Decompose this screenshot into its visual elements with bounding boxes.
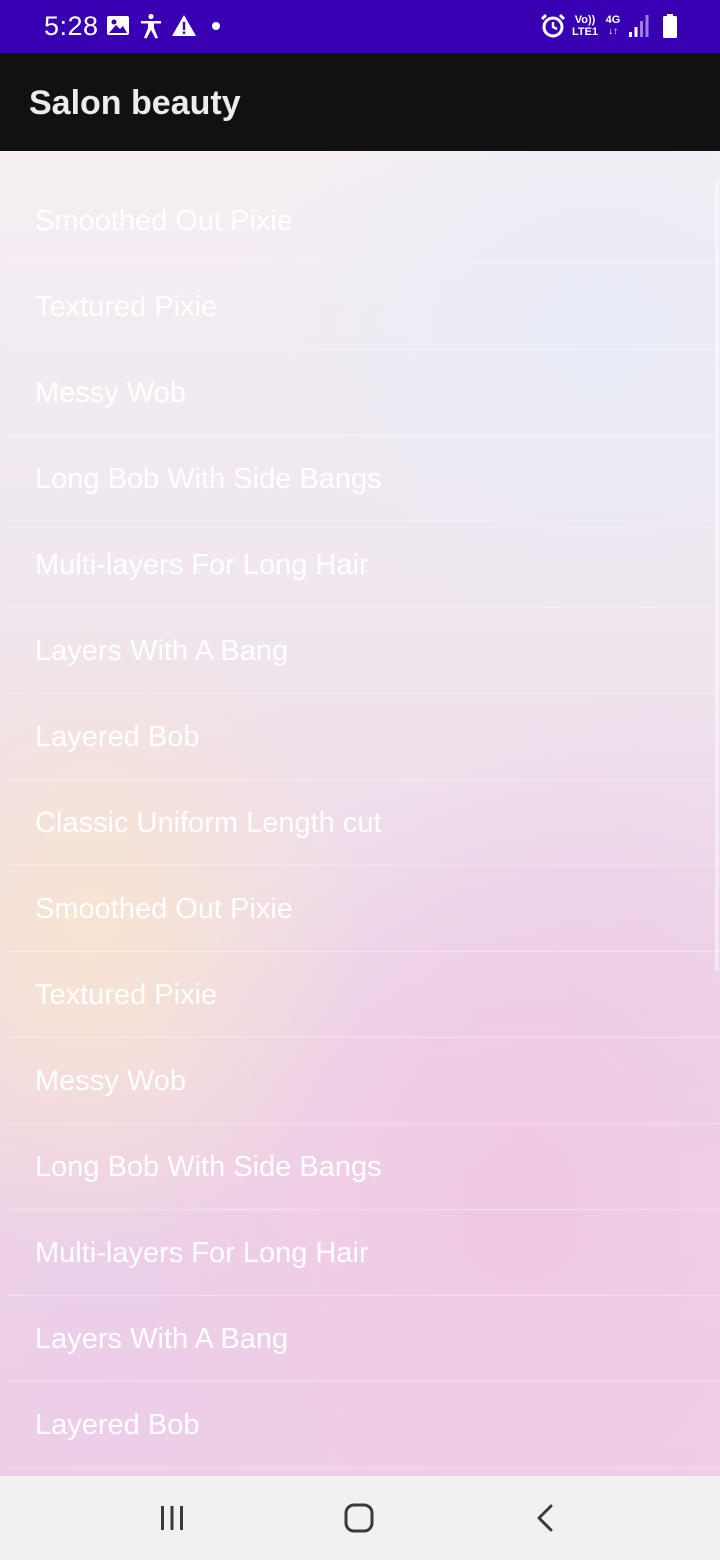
scrollbar[interactable] [715,181,719,971]
hairstyle-list-container[interactable]: Smoothed Out Pixie Textured Pixie Messy … [0,151,720,1476]
list-item[interactable]: Textured Pixie [0,264,720,350]
list-item[interactable]: Classic Uniform Length cut [0,780,720,866]
accessibility-icon [141,13,161,39]
list-item[interactable]: Multi-layers For Long Hair [0,1210,720,1296]
list-item[interactable]: Messy Wob [0,350,720,436]
list-item-label: Long Bob With Side Bangs [35,463,382,495]
phone-screen: 5:28 Vo)) LTE1 4G ↓↑ Salon beauty Smooth… [0,0,720,1560]
list-item[interactable]: Messy Wob [0,1038,720,1124]
list-item[interactable]: Textured Pixie [0,952,720,1038]
list-item-label: Smoothed Out Pixie [35,205,293,237]
network-type-label: 4G [605,14,621,26]
list-item-label: Classic Uniform Length cut [35,807,382,839]
list-item-label: Smoothed Out Pixie [35,893,293,925]
network-type: 4G ↓↑ [604,14,622,37]
list-item-label: Multi-layers For Long Hair [35,1237,369,1269]
back-button[interactable] [516,1494,576,1542]
list-item[interactable]: Layers With A Bang [0,608,720,694]
list-item-label: Multi-layers For Long Hair [35,549,369,581]
status-bar: 5:28 Vo)) LTE1 4G ↓↑ [0,0,720,53]
back-icon [537,1504,553,1532]
list-item[interactable]: Long Bob With Side Bangs [0,436,720,522]
list-item[interactable]: Long Bob With Side Bangs [0,1124,720,1210]
app-title: Salon beauty [29,84,241,122]
signal-icon [629,15,649,37]
list-item[interactable]: Layers With A Bang [0,1296,720,1382]
app-bar: Salon beauty [0,53,720,151]
network-label-top: Vo)) [574,14,596,26]
list-item[interactable]: Multi-layers For Long Hair [0,522,720,608]
list-item-label: Layered Bob [35,721,200,753]
hairstyle-list: Smoothed Out Pixie Textured Pixie Messy … [0,178,720,1468]
list-item-label: Textured Pixie [35,291,218,323]
network-label-bottom: LTE1 [571,26,599,38]
list-item-label: Layered Bob [35,1409,200,1441]
network-label: Vo)) LTE1 [570,14,600,38]
list-item-label: Layers With A Bang [35,635,289,667]
status-time: 5:28 [44,11,99,41]
list-item-label: Messy Wob [35,377,186,409]
battery-icon [663,14,677,38]
list-item-label: Messy Wob [35,1065,186,1097]
warning-icon [172,15,196,36]
divider [8,1467,720,1468]
image-icon [107,16,129,35]
data-arrows-icon: ↓↑ [608,26,618,37]
dot-icon [212,22,220,30]
list-item-label: Textured Pixie [35,979,218,1011]
list-item[interactable]: Smoothed Out Pixie [0,866,720,952]
recents-icon [161,1506,183,1530]
home-button[interactable] [329,1494,389,1542]
home-icon [344,1503,374,1533]
navigation-bar [0,1476,720,1560]
list-item-label: Long Bob With Side Bangs [35,1151,382,1183]
list-item-label: Layers With A Bang [35,1323,289,1355]
list-item[interactable]: Layered Bob [0,1382,720,1468]
list-item[interactable]: Smoothed Out Pixie [0,178,720,264]
recents-button[interactable] [142,1494,202,1542]
alarm-icon [540,13,566,38]
list-item[interactable]: Layered Bob [0,694,720,780]
